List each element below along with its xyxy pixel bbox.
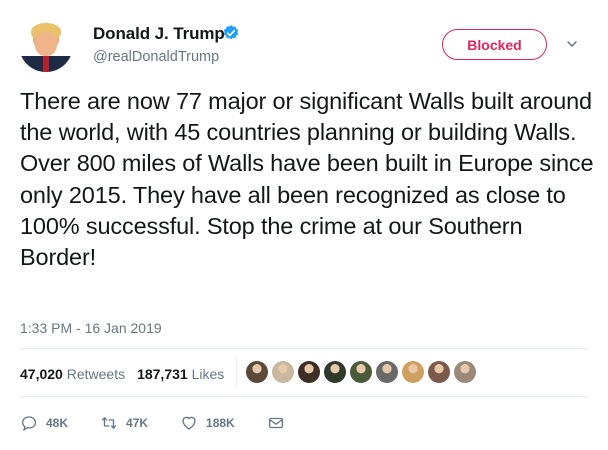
engagement-stats: 47,020 Retweets 187,731 Likes (20, 366, 224, 382)
retweet-button[interactable]: 47K (100, 414, 148, 432)
envelope-icon (268, 417, 283, 429)
blocked-button[interactable]: Blocked (442, 29, 547, 60)
liker-avatar[interactable] (246, 361, 268, 383)
liker-avatar[interactable] (454, 361, 476, 383)
chevron-down-icon[interactable] (566, 38, 578, 50)
liker-avatar[interactable] (298, 361, 320, 383)
tweet-text: There are now 77 major or significant Wa… (20, 88, 594, 271)
likes-label: Likes (191, 366, 225, 382)
divider (20, 348, 588, 349)
heart-icon (182, 416, 196, 430)
user-name[interactable]: Donald J. Trump (93, 24, 225, 44)
avatar[interactable] (19, 18, 73, 72)
direct-message-button[interactable] (267, 414, 285, 432)
action-bar: 48K 47K 188K (20, 414, 317, 432)
likes-stat[interactable]: 187,731 Likes (137, 366, 224, 382)
retweet-icon (101, 417, 117, 429)
likes-count: 187,731 (137, 366, 188, 382)
liker-avatar[interactable] (272, 361, 294, 383)
user-handle[interactable]: @realDonaldTrump (93, 49, 219, 65)
liker-avatar[interactable] (428, 361, 450, 383)
retweets-label: Retweets (66, 366, 126, 382)
reply-count: 48K (46, 416, 69, 430)
avatar-tie (43, 56, 49, 72)
verified-badge-icon (223, 25, 239, 40)
retweets-count: 47,020 (20, 366, 63, 382)
liker-avatars (246, 361, 480, 383)
tweet-timestamp[interactable]: 1:33 PM - 16 Jan 2019 (20, 320, 162, 336)
liker-avatar[interactable] (350, 361, 372, 383)
like-button[interactable]: 188K (180, 414, 235, 432)
avatar-face (35, 32, 57, 56)
reply-button[interactable]: 48K (20, 414, 68, 432)
divider (20, 396, 588, 397)
liker-avatar[interactable] (402, 361, 424, 383)
stats-separator (236, 357, 237, 387)
retweet-count: 47K (126, 416, 149, 430)
like-count: 188K (206, 416, 235, 430)
liker-avatar[interactable] (376, 361, 398, 383)
reply-icon (21, 416, 37, 432)
retweets-stat[interactable]: 47,020 Retweets (20, 366, 125, 382)
liker-avatar[interactable] (324, 361, 346, 383)
